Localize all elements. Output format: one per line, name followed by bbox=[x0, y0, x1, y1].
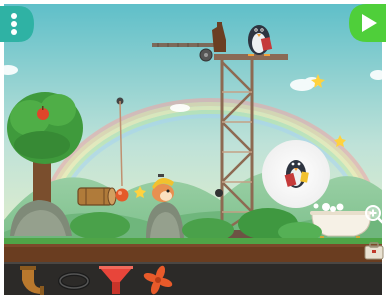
play-button[interactable] bbox=[349, 4, 386, 42]
tray-part-fan[interactable] bbox=[138, 264, 178, 295]
tray-part-funnel[interactable] bbox=[96, 264, 136, 295]
zoom-button[interactable] bbox=[364, 204, 384, 224]
parts-tray bbox=[4, 262, 382, 295]
black-ball[interactable] bbox=[215, 189, 223, 197]
magnifier-plus-icon bbox=[365, 205, 384, 224]
tray-part-rope[interactable] bbox=[54, 264, 94, 295]
vertical-ellipsis-icon bbox=[11, 13, 17, 35]
game-scene bbox=[0, 4, 386, 262]
game-stage bbox=[0, 0, 386, 295]
toolbox-button[interactable] bbox=[364, 242, 384, 260]
thought-bubble bbox=[262, 140, 330, 209]
pipe-elbow-icon bbox=[20, 266, 44, 295]
menu-button[interactable] bbox=[0, 6, 34, 42]
fan-icon bbox=[143, 265, 173, 295]
funnel-icon bbox=[99, 266, 133, 294]
rope-loop-icon bbox=[58, 272, 90, 290]
wooden-log[interactable] bbox=[77, 187, 117, 206]
toolbox-icon bbox=[364, 242, 384, 260]
tray-part-pipe-bend[interactable] bbox=[12, 264, 52, 295]
ground bbox=[4, 238, 382, 262]
